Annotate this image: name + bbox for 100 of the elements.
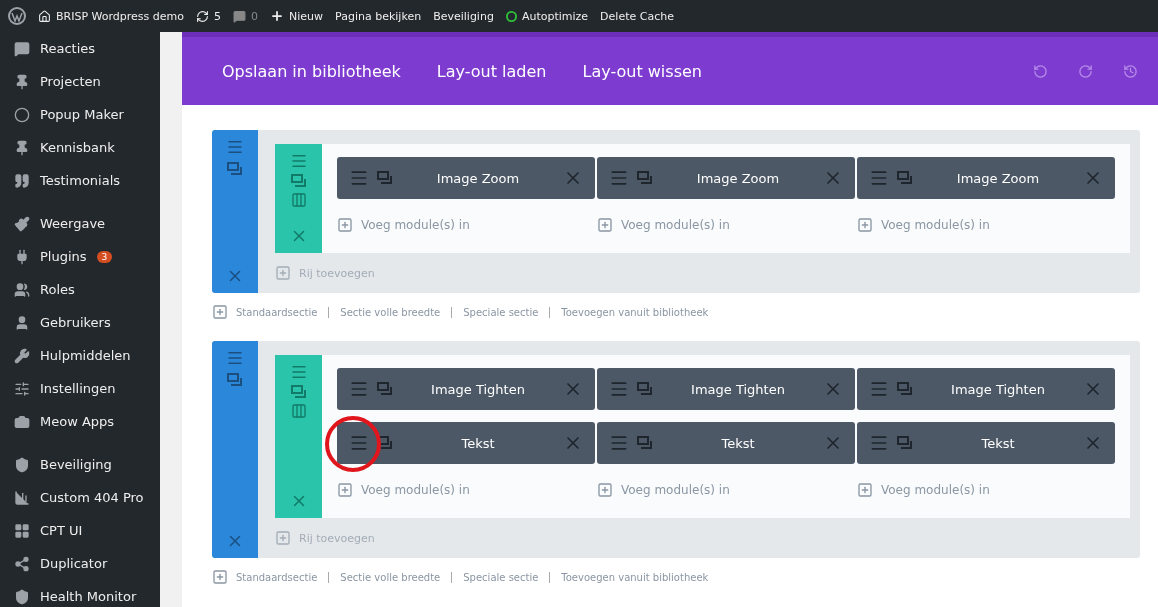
module-title: Tekst — [720, 435, 756, 451]
columns-icon[interactable] — [290, 192, 307, 208]
toolbar-button[interactable]: Lay-out wissen — [582, 61, 702, 81]
wordpress-logo[interactable] — [8, 7, 26, 25]
duplicate-icon[interactable] — [290, 385, 307, 399]
duplicate-icon[interactable] — [637, 436, 653, 450]
menu-icon[interactable] — [609, 433, 629, 453]
columns-icon[interactable] — [290, 403, 307, 419]
history-icon[interactable] — [1123, 63, 1138, 79]
plus-square-icon — [337, 217, 353, 233]
module-title: Image Zoom — [435, 170, 521, 186]
sliders-icon — [14, 380, 30, 397]
sidebar-item[interactable]: Instellingen — [0, 372, 160, 405]
home-icon — [38, 9, 51, 23]
sidebar-item[interactable]: Popup Maker — [0, 98, 160, 131]
plus-square-icon[interactable] — [212, 304, 228, 320]
circle-icon — [14, 106, 30, 123]
menu-icon[interactable] — [869, 379, 889, 399]
delete-cache-link[interactable]: Delete Cache — [600, 9, 674, 23]
grid-icon — [14, 522, 30, 539]
circle-annotation — [325, 416, 381, 472]
duplicate-icon[interactable] — [377, 382, 393, 396]
sidebar-item[interactable]: Projecten — [0, 65, 160, 98]
plus-square-icon — [337, 482, 353, 498]
comments-link[interactable]: 0 — [233, 9, 258, 23]
sidebar-item[interactable]: Weergave — [0, 207, 160, 240]
sidebar-item[interactable]: Custom 404 Pro — [0, 481, 160, 514]
pin-icon — [14, 139, 30, 156]
menu-icon[interactable] — [289, 152, 308, 170]
plus-square-icon[interactable] — [212, 569, 228, 585]
sidebar-item[interactable]: CPT UI — [0, 514, 160, 547]
toolbar-button[interactable]: Opslaan in bibliotheek — [222, 61, 401, 81]
module-title: Image Tighten — [950, 381, 1046, 397]
admin-bar-link[interactable]: Beveiliging — [433, 9, 494, 23]
shield-icon — [14, 456, 30, 473]
share-icon — [14, 555, 30, 572]
menu-icon[interactable] — [869, 168, 889, 188]
module-title: Image Zoom — [955, 170, 1041, 186]
duplicate-icon[interactable] — [290, 174, 307, 188]
module-title: Image Tighten — [690, 381, 786, 397]
sidebar-item[interactable]: Testimonials — [0, 164, 160, 197]
menu-icon[interactable] — [349, 379, 369, 399]
new-link[interactable]: Nieuw — [270, 9, 324, 23]
plus-square-icon — [275, 530, 291, 546]
user-icon — [14, 314, 30, 331]
duplicate-icon[interactable] — [897, 436, 913, 450]
menu-icon[interactable] — [609, 379, 629, 399]
pin-icon — [14, 73, 30, 90]
quote-icon — [14, 172, 30, 189]
sidebar-item[interactable]: Meow Apps — [0, 405, 160, 438]
status-circle-icon — [505, 10, 517, 22]
count-badge: 3 — [96, 250, 113, 263]
shield-icon — [14, 588, 30, 605]
duplicate-icon[interactable] — [227, 373, 243, 387]
plus-square-icon — [275, 265, 291, 281]
speech-bubble-icon — [233, 9, 246, 23]
sidebar-item[interactable]: Gebruikers — [0, 306, 160, 339]
updates-link[interactable]: 5 — [196, 9, 221, 23]
paintbrush-icon — [14, 215, 30, 232]
plus-square-icon — [597, 217, 613, 233]
duplicate-icon[interactable] — [637, 382, 653, 396]
site-link[interactable]: BRISP Wordpress demo — [38, 9, 184, 23]
sidebar-item[interactable]: Health Monitor — [0, 580, 160, 607]
sidebar-item[interactable]: Plugins 3 — [0, 240, 160, 273]
admin-bar-link[interactable]: Pagina bekijken — [335, 9, 422, 23]
plug-icon — [14, 248, 30, 265]
wrench-icon — [14, 347, 30, 364]
plus-square-icon — [857, 482, 873, 498]
menu-icon[interactable] — [226, 138, 244, 156]
undo-icon[interactable] — [1033, 63, 1048, 79]
menu-icon[interactable] — [349, 168, 369, 188]
module-title: Tekst — [980, 435, 1016, 451]
plus-icon — [270, 9, 284, 23]
redo-icon[interactable] — [1078, 63, 1093, 79]
autoptimize-link[interactable]: Autoptimize — [505, 9, 589, 23]
duplicate-icon[interactable] — [227, 162, 243, 176]
sidebar-item[interactable]: Roles — [0, 273, 160, 306]
module-title: Tekst — [460, 435, 496, 451]
menu-icon[interactable] — [349, 433, 369, 453]
sidebar-item[interactable]: Beveiliging — [0, 448, 160, 481]
menu-icon[interactable] — [226, 349, 244, 367]
duplicate-icon[interactable] — [377, 436, 393, 450]
refresh-icon — [196, 9, 209, 23]
plus-square-icon — [597, 482, 613, 498]
module-title: Image Zoom — [695, 170, 781, 186]
duplicate-icon[interactable] — [897, 382, 913, 396]
duplicate-icon[interactable] — [377, 171, 393, 185]
plus-square-icon — [857, 217, 873, 233]
sidebar-item[interactable]: Kennisbank — [0, 131, 160, 164]
users-icon — [14, 281, 30, 298]
speech-bubble-icon — [14, 40, 30, 57]
menu-icon[interactable] — [289, 363, 308, 381]
toolbar-button[interactable]: Lay-out laden — [436, 61, 547, 81]
duplicate-icon[interactable] — [637, 171, 653, 185]
menu-icon[interactable] — [869, 433, 889, 453]
sidebar-item[interactable]: Hulpmiddelen — [0, 339, 160, 372]
sidebar-item[interactable]: Reacties — [0, 32, 160, 65]
sidebar-item[interactable]: Duplicator — [0, 547, 160, 580]
menu-icon[interactable] — [609, 168, 629, 188]
duplicate-icon[interactable] — [897, 171, 913, 185]
